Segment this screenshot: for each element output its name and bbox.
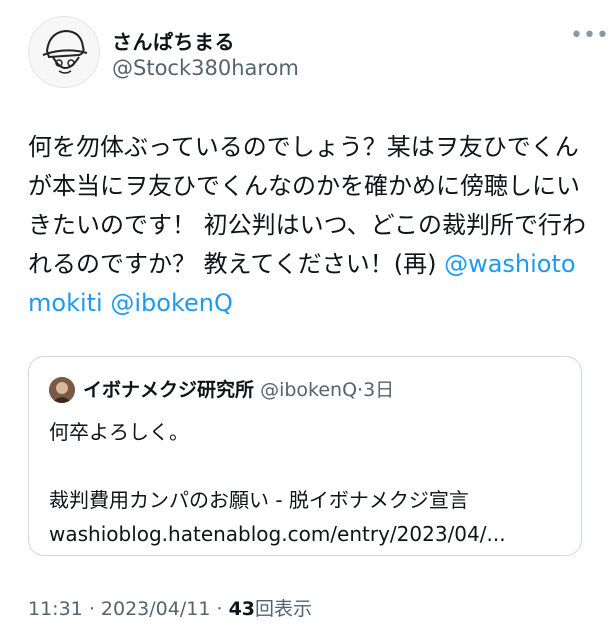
avatar[interactable] xyxy=(28,16,100,88)
footer-separator: · xyxy=(88,598,95,620)
quoted-body: 何卒よろしく。 裁判費用カンパのお願い - 脱イボナメクジ宣言 washiobl… xyxy=(49,415,564,551)
quoted-header: イボナメクジ研究所 @ibokenQ·3日 xyxy=(83,375,394,402)
quoted-link-url[interactable]: washioblog.hatenablog.com/entry/2023/04/… xyxy=(49,517,564,551)
user-handle[interactable]: @Stock380harom xyxy=(112,56,299,80)
quoted-tweet[interactable]: イボナメクジ研究所 @ibokenQ·3日 何卒よろしく。 裁判費用カンパのお願… xyxy=(28,356,582,556)
quoted-text: 何卒よろしく。 xyxy=(49,420,189,444)
quoted-avatar[interactable] xyxy=(49,377,75,403)
mention-link[interactable]: @ibokenQ xyxy=(110,289,233,317)
tweet-footer: 11:31 · 2023/04/11 · 43回表示 xyxy=(28,594,312,621)
views-count: 43 xyxy=(228,598,256,620)
tweet-header: さんぱちまる @Stock380harom ••• xyxy=(28,16,609,96)
more-icon[interactable]: ••• xyxy=(570,25,609,50)
views-label: 回表示 xyxy=(255,598,313,620)
quoted-spacer xyxy=(49,449,564,483)
display-name[interactable]: さんぱちまる xyxy=(112,26,235,55)
quoted-name[interactable]: イボナメクジ研究所 xyxy=(83,379,254,401)
avatar-drawing xyxy=(42,29,88,74)
quoted-avatar-drawing xyxy=(49,377,75,403)
quoted-link-title[interactable]: 裁判費用カンパのお願い - 脱イボナメクジ宣言 xyxy=(49,483,564,517)
tweet-text: 何を勿体ぶっているのでしょう？某はヲ友ひでくんが本当にヲ友ひでくんなのかを確かめ… xyxy=(28,128,588,323)
quoted-handle: @ibokenQ xyxy=(260,379,358,401)
tweet-time[interactable]: 11:31 xyxy=(28,598,83,620)
footer-separator: · xyxy=(216,598,223,620)
tweet-date[interactable]: 2023/04/11 xyxy=(101,598,211,620)
quoted-age: 3日 xyxy=(363,379,395,401)
